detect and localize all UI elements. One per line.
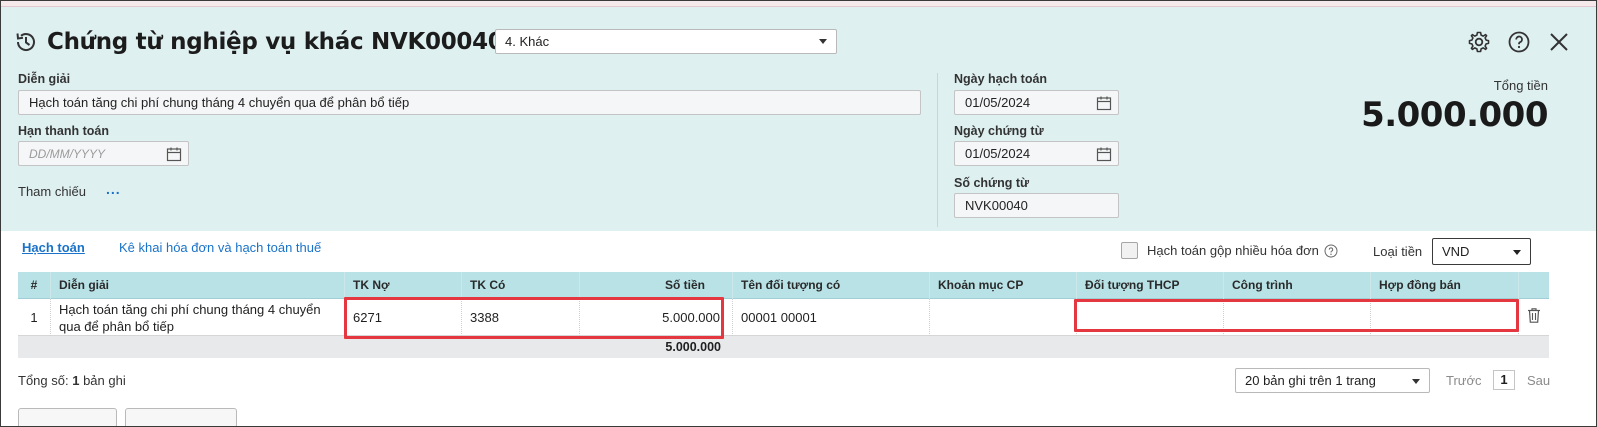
- col-contract: Hợp đồng bán: [1371, 272, 1519, 299]
- voucher-date-input[interactable]: 01/05/2024: [954, 141, 1119, 166]
- voucher-no-input[interactable]: NVK00040: [954, 193, 1119, 218]
- chevron-down-icon: [1412, 379, 1420, 384]
- col-description: Diễn giải: [51, 272, 345, 299]
- currency-value: VND: [1442, 244, 1470, 259]
- page-size-value: 20 bản ghi trên 1 trang: [1245, 373, 1376, 388]
- due-date-input[interactable]: DD/MM/YYYY: [18, 141, 189, 166]
- page-title: Chứng từ nghiệp vụ khác NVK00040: [47, 29, 504, 55]
- gear-icon[interactable]: [1466, 29, 1492, 55]
- chevron-down-icon: [819, 39, 827, 44]
- help-icon[interactable]: [1324, 244, 1338, 258]
- header-divider: [937, 73, 938, 227]
- grid-summary-row: 5.000.000: [18, 336, 1549, 358]
- reference-more-button[interactable]: ...: [106, 181, 121, 197]
- help-icon[interactable]: [1506, 29, 1532, 55]
- col-project: Công trình: [1224, 272, 1371, 299]
- row-no: 1: [18, 299, 51, 336]
- current-page[interactable]: 1: [1493, 370, 1515, 390]
- window: Chứng từ nghiệp vụ khác NVK00040 4. Khác: [0, 0, 1597, 427]
- col-partner: Tên đối tượng có: [733, 272, 930, 299]
- record-count-value: 1: [72, 373, 80, 388]
- header-actions: [1466, 29, 1572, 55]
- history-icon[interactable]: [13, 29, 39, 55]
- voucher-type-select[interactable]: 4. Khác: [495, 29, 837, 54]
- voucher-date-label: Ngày chứng từ: [954, 124, 1044, 138]
- record-count: Tổng số: 1 bản ghi: [18, 373, 126, 388]
- row-partner[interactable]: 00001 00001: [733, 299, 930, 336]
- calendar-icon[interactable]: [1096, 95, 1112, 111]
- grid-header: # Diễn giải TK Nợ TK Có Số tiền Tên đối …: [18, 272, 1549, 299]
- due-date-label: Hạn thanh toán: [18, 124, 109, 138]
- col-credit-account: TK Có: [462, 272, 580, 299]
- merge-invoices-checkbox[interactable]: [1121, 242, 1138, 259]
- trash-icon[interactable]: [1526, 307, 1542, 324]
- col-cost-object: Đối tượng THCP: [1077, 272, 1224, 299]
- chevron-down-icon: [1513, 250, 1521, 255]
- calendar-icon[interactable]: [1096, 146, 1112, 162]
- col-debit-account: TK Nợ: [345, 272, 462, 299]
- voucher-no-value: NVK00040: [965, 198, 1028, 213]
- tab-invoice-tax[interactable]: Kê khai hóa đơn và hạch toán thuế: [119, 240, 321, 255]
- next-page-button[interactable]: Sau: [1527, 373, 1550, 388]
- title-row: Chứng từ nghiệp vụ khác NVK00040: [13, 27, 504, 57]
- col-amount: Số tiền: [580, 272, 733, 299]
- col-cost-item: Khoản mục CP: [930, 272, 1077, 299]
- row-description[interactable]: Hạch toán tăng chi phí chung tháng 4 chu…: [51, 299, 345, 336]
- total-amount: 5.000.000: [1361, 95, 1548, 135]
- posting-date-value: 01/05/2024: [965, 95, 1031, 110]
- prev-page-button[interactable]: Trước: [1446, 373, 1482, 388]
- record-count-suffix: bản ghi: [83, 373, 126, 388]
- reference-label: Tham chiếu: [18, 184, 86, 199]
- description-input[interactable]: Hạch toán tăng chi phí chung tháng 4 chu…: [18, 90, 921, 115]
- voucher-header: Chứng từ nghiệp vụ khác NVK00040 4. Khác: [1, 7, 1596, 231]
- highlight-box-accounts: [344, 297, 724, 339]
- description-label: Diễn giải: [18, 72, 71, 86]
- sum-amount: 5.000.000: [665, 340, 721, 354]
- close-icon[interactable]: [1546, 29, 1572, 55]
- calendar-icon[interactable]: [166, 146, 182, 162]
- row-cost-item[interactable]: [930, 299, 1077, 336]
- voucher-date-value: 01/05/2024: [965, 146, 1031, 161]
- posting-date-label: Ngày hạch toán: [954, 72, 1048, 86]
- voucher-type-value: 4. Khác: [505, 34, 550, 49]
- bottom-button-right[interactable]: [125, 408, 237, 426]
- voucher-no-label: Số chứng từ: [954, 176, 1030, 190]
- currency-select[interactable]: VND: [1432, 238, 1531, 265]
- merge-invoices-option: Hạch toán gộp nhiều hóa đơn: [1121, 242, 1338, 259]
- total-label: Tổng tiền: [1493, 78, 1548, 93]
- posting-date-input[interactable]: 01/05/2024: [954, 90, 1119, 115]
- record-count-prefix: Tổng số:: [18, 373, 69, 388]
- page-size-select[interactable]: 20 bản ghi trên 1 trang: [1235, 368, 1430, 393]
- col-no: #: [18, 272, 51, 299]
- merge-invoices-label: Hạch toán gộp nhiều hóa đơn: [1147, 243, 1319, 258]
- due-date-placeholder: DD/MM/YYYY: [29, 146, 106, 161]
- bottom-button-left[interactable]: [18, 408, 117, 426]
- highlight-box-cost-fields: [1074, 299, 1519, 332]
- description-value: Hạch toán tăng chi phí chung tháng 4 chu…: [29, 95, 410, 110]
- tab-accounting[interactable]: Hạch toán: [22, 240, 85, 255]
- currency-label: Loại tiền: [1373, 244, 1423, 259]
